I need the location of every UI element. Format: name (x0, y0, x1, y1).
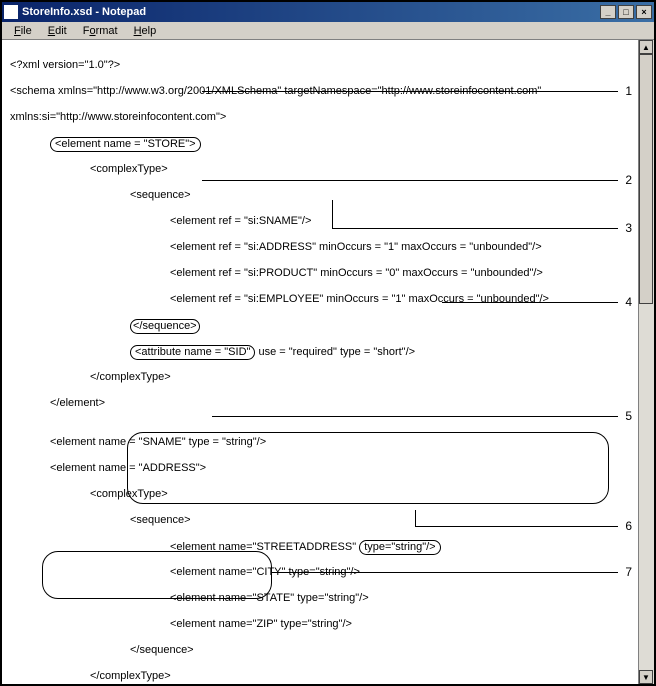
menu-file[interactable]: File (6, 24, 40, 38)
code-line: <element name = "STORE"> (10, 137, 630, 150)
code-line: <element ref = "si:PRODUCT" minOccurs = … (10, 267, 630, 280)
close-button[interactable]: × (636, 5, 652, 19)
code-line: <?xml version="1.0"?> (10, 59, 630, 72)
menu-edit[interactable]: Edit (40, 24, 75, 38)
code-line: <element ref = "si:ADDRESS" minOccurs = … (10, 241, 630, 254)
scroll-thumb[interactable] (639, 54, 653, 304)
vline-6 (415, 510, 416, 526)
callout-number-4: 4 (625, 295, 632, 309)
code-line: <element name="STATE" type="string"/> (10, 592, 630, 605)
scroll-track[interactable] (639, 304, 654, 670)
callout-oval-2: </sequence> (130, 319, 200, 334)
code-line: </complexType> (10, 371, 630, 384)
code-line: <element name="ZIP" type="string"/> (10, 618, 630, 631)
leader-7 (272, 572, 618, 573)
code-line: xmlns:si="http://www.storeinfocontent.co… (10, 111, 630, 124)
vline-3 (332, 200, 333, 228)
menu-help[interactable]: Help (126, 24, 165, 38)
callout-number-3: 3 (625, 221, 632, 235)
callout-oval-3a: <attribute name = "SID" (130, 345, 255, 360)
code-line: </complexType> (10, 670, 630, 683)
menu-bar: File Edit Format Help (2, 22, 654, 40)
text-editor[interactable]: <?xml version="1.0"?> <schema xmlns="htt… (2, 40, 638, 684)
leader-3 (332, 228, 618, 229)
app-icon (4, 5, 18, 19)
code-line: </sequence> (10, 644, 630, 657)
code-line: <complexType> (10, 488, 630, 501)
scroll-down-button[interactable]: ▼ (639, 670, 653, 684)
callout-oval-4: type="string"/> (359, 540, 440, 555)
code-line: <element ref = "si:EMPLOYEE" minOccurs =… (10, 293, 630, 306)
callout-number-1: 1 (625, 84, 632, 98)
leader-4 (442, 302, 618, 303)
menu-format[interactable]: Format (75, 24, 126, 38)
scroll-up-button[interactable]: ▲ (639, 40, 653, 54)
leader-1 (202, 91, 618, 92)
code-line: <element name="STREETADDRESS" type="stri… (10, 540, 630, 553)
code-line: <element name = "ADDRESS"> (10, 462, 630, 475)
code-line: <attribute name = "SID" use = "required"… (10, 345, 630, 358)
callout-number-2: 2 (625, 173, 632, 187)
code-line: </element> (10, 397, 630, 410)
code-line: </sequence> (10, 319, 630, 332)
vertical-scrollbar[interactable]: ▲ ▼ (638, 40, 654, 684)
leader-5 (212, 416, 618, 417)
minimize-button[interactable]: _ (600, 5, 616, 19)
window-title: StoreInfo.xsd - Notepad (22, 6, 146, 18)
content-area: <?xml version="1.0"?> <schema xmlns="htt… (2, 40, 654, 684)
callout-number-6: 6 (625, 519, 632, 533)
callout-number-5: 5 (625, 409, 632, 423)
code-line: <element ref = "si:SNAME"/> (10, 215, 630, 228)
callout-oval-1: <element name = "STORE"> (50, 137, 201, 152)
leader-6 (415, 526, 618, 527)
callout-number-7: 7 (625, 565, 632, 579)
title-bar[interactable]: StoreInfo.xsd - Notepad _ □ × (2, 2, 654, 22)
maximize-button[interactable]: □ (618, 5, 634, 19)
code-line: <element name = "SNAME" type = "string"/… (10, 436, 630, 449)
leader-2 (202, 180, 618, 181)
notepad-window: StoreInfo.xsd - Notepad _ □ × File Edit … (0, 0, 656, 686)
code-line: <complexType> (10, 163, 630, 176)
code-line: <sequence> (10, 189, 630, 202)
